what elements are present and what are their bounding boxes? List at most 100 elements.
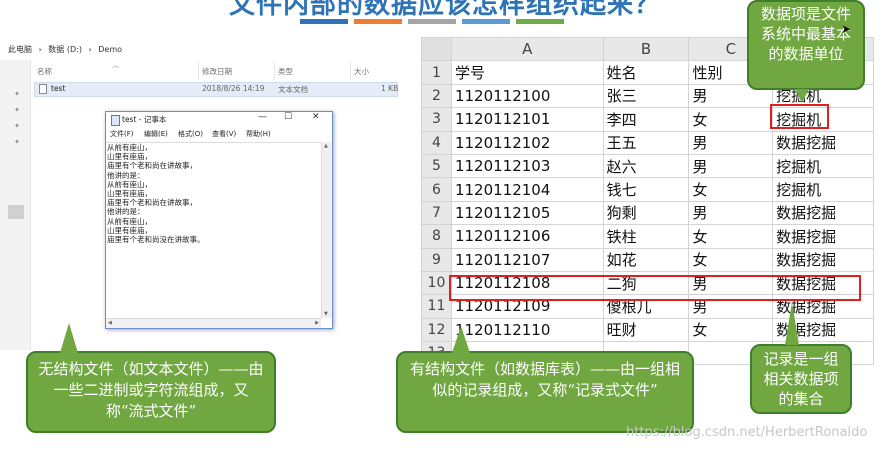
scroll-down-icon[interactable]: ▼	[324, 311, 328, 317]
sheet-cell[interactable]: 赵六	[602, 153, 690, 179]
menu-file[interactable]: 文件(F)	[110, 129, 134, 139]
column-divider	[198, 62, 199, 80]
text-line: 山里有座庙，	[107, 225, 152, 235]
menu-edit[interactable]: 编辑(E)	[144, 129, 168, 139]
row-number[interactable]: 10	[421, 270, 452, 296]
sheet-cell[interactable]: 数据挖掘	[772, 200, 874, 226]
sheet-cell[interactable]: 挖掘机	[772, 153, 874, 179]
text-line: 他讲的是：	[107, 207, 145, 217]
breadcrumb-this-pc[interactable]: 此电脑	[8, 45, 32, 54]
minimize-icon[interactable]: —	[258, 112, 267, 122]
sheet-cell[interactable]: 男	[688, 153, 774, 179]
sheet-row: 8 1120112106 铁柱女数据挖掘	[421, 224, 874, 249]
pin-icon[interactable]: ✦	[14, 90, 20, 98]
row-number[interactable]: 6	[421, 177, 452, 202]
sheet-cell[interactable]: 男	[688, 200, 774, 226]
file-modified: 2018/8/26 14:19	[202, 84, 265, 93]
row-number[interactable]: 1	[421, 60, 452, 85]
sheet-cell[interactable]: 1120112104	[450, 177, 604, 202]
row-number[interactable]: 8	[421, 224, 452, 249]
sheet-cell[interactable]: 王五	[602, 130, 690, 155]
menu-help[interactable]: 帮助(H)	[246, 129, 271, 139]
row-number[interactable]: 11	[421, 294, 452, 319]
callout-pointer	[60, 323, 78, 353]
close-icon[interactable]: ✕	[312, 112, 320, 122]
sheet-cell[interactable]: 1120112103	[450, 153, 604, 179]
menu-view[interactable]: 查看(V)	[212, 129, 236, 139]
sheet-cell[interactable]: 数据挖掘	[772, 247, 874, 272]
menu-format[interactable]: 格式(O)	[178, 129, 203, 139]
sheet-cell[interactable]: 女	[688, 317, 774, 343]
sheet-cell[interactable]: 旺财	[602, 317, 690, 343]
sheet-cell[interactable]: 1120112106	[450, 224, 604, 249]
notepad-icon	[111, 115, 120, 126]
row-number[interactable]: 4	[421, 130, 452, 155]
sheet-row: 12 1120112110 旺财女数据挖掘	[421, 317, 874, 343]
maximize-icon[interactable]: ☐	[284, 112, 292, 122]
column-header-type[interactable]: 类型	[278, 66, 293, 77]
mouse-cursor-icon: ➤	[841, 22, 852, 36]
scroll-right-icon[interactable]: ▶	[315, 320, 319, 326]
column-header-modified[interactable]: 修改日期	[202, 66, 232, 77]
callout-data-item: 数据项是文件系统中最基本的数据单位	[747, 0, 865, 90]
column-header-name[interactable]: 名称	[37, 66, 52, 77]
notepad-vertical-scrollbar[interactable]: ▲ ▼	[321, 142, 332, 318]
sheet-cell[interactable]: 女	[688, 247, 774, 272]
sheet-cell[interactable]: 1120112107	[450, 247, 604, 272]
scroll-up-icon[interactable]: ▲	[324, 143, 328, 149]
row-number[interactable]: 3	[421, 107, 452, 132]
sheet-cell[interactable]: 女	[688, 177, 774, 202]
callout-structured-file: 有结构文件（如数据库表）——由一组相似的记录组成，又称“记录式文件”	[396, 351, 694, 433]
sheet-cell[interactable]: 狗剩	[602, 200, 690, 226]
pin-icon[interactable]: ✦	[14, 122, 20, 130]
text-line: 从前有座山，	[107, 143, 152, 152]
select-all-corner[interactable]	[421, 36, 452, 62]
row-number[interactable]: 9	[421, 247, 452, 272]
breadcrumb-drive-d[interactable]: 数据 (D:)	[48, 45, 82, 54]
column-divider	[274, 62, 275, 80]
file-name: test	[51, 84, 66, 93]
row-number[interactable]: 5	[421, 153, 452, 179]
sheet-cell[interactable]: 张三	[602, 83, 690, 109]
file-row-test[interactable]: test 2018/8/26 14:19 文本文档 1 KB	[34, 82, 398, 97]
column-header-b[interactable]: B	[602, 36, 690, 62]
sheet-cell[interactable]: 数据挖掘	[772, 224, 874, 249]
title-bar-gray	[408, 19, 456, 24]
sheet-cell[interactable]: 1120112101	[450, 107, 604, 132]
nav-scroll-thumb[interactable]	[8, 205, 24, 219]
notepad-titlebar[interactable]: test - 记事本 — ☐ ✕	[106, 112, 332, 128]
sheet-cell[interactable]: 女	[688, 107, 774, 132]
sheet-cell[interactable]: 数据挖掘	[772, 130, 874, 155]
sheet-cell[interactable]: 挖掘机	[772, 177, 874, 202]
sheet-cell[interactable]: 1120112100	[450, 83, 604, 109]
sheet-cell[interactable]: 男	[688, 130, 774, 155]
sheet-cell[interactable]: 李四	[602, 107, 690, 132]
sheet-cell[interactable]: 学号	[450, 60, 604, 85]
watermark: https://blog.csdn.net/HerbertRonaldo	[626, 425, 868, 440]
notepad-horizontal-scrollbar[interactable]: ◀ ▶	[106, 318, 321, 328]
sheet-cell[interactable]: 1120112105	[450, 200, 604, 226]
sheet-cell[interactable]: 女	[688, 224, 774, 249]
sheet-cell[interactable]: 如花	[602, 247, 690, 272]
row-number[interactable]: 12	[421, 317, 452, 343]
row-number[interactable]: 2	[421, 83, 452, 109]
sheet-cell[interactable]: 1120112110	[450, 317, 604, 343]
callout-pointer	[452, 326, 470, 353]
pin-icon[interactable]: ✦	[14, 138, 20, 146]
scroll-left-icon[interactable]: ◀	[108, 320, 112, 326]
sheet-cell[interactable]: 1120112102	[450, 130, 604, 155]
sheet-row: 6 1120112104 钱七女挖掘机	[421, 177, 874, 202]
sheet-cell[interactable]: 姓名	[602, 60, 690, 85]
title-bar-green	[516, 19, 564, 24]
breadcrumb-demo[interactable]: Demo	[98, 45, 122, 54]
sheet-cell[interactable]: 铁柱	[602, 224, 690, 249]
text-line: 山里有座庙，	[107, 189, 152, 199]
callout-pointer	[785, 302, 799, 345]
sheet-cell[interactable]: 钱七	[602, 177, 690, 202]
text-line: 庙里有个老和尚没在讲故事。	[107, 235, 205, 245]
row-number[interactable]: 7	[421, 200, 452, 226]
column-header-size[interactable]: 大小	[354, 66, 369, 77]
column-header-a[interactable]: A	[450, 36, 604, 62]
pin-icon[interactable]: ✦	[14, 106, 20, 114]
notepad-text-area[interactable]: 从前有座山， 山里有座庙， 庙里有个老和尚在讲故事， 他讲的是： 从前有座山， …	[106, 142, 321, 319]
